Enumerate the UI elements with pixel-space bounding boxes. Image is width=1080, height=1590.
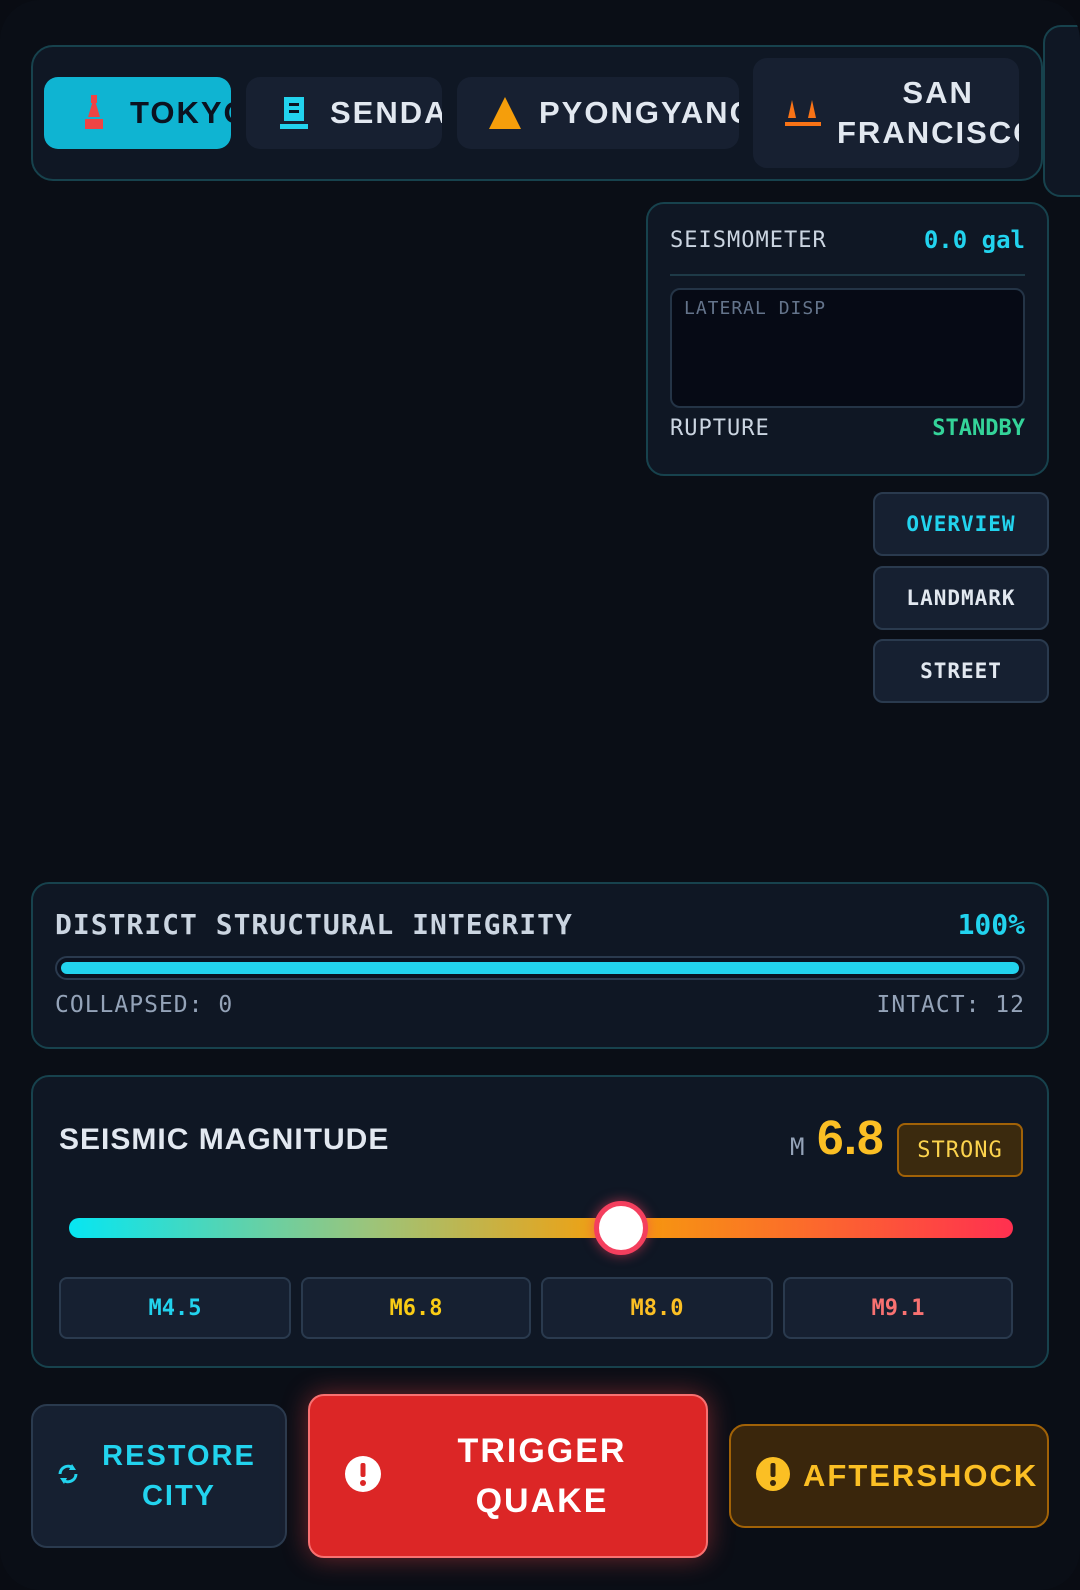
seismometer-label: SEISMOMETER [670, 227, 827, 253]
city-tab-san-francisco[interactable]: SAN FRANCISCO [753, 58, 1019, 168]
city-tab-label: SENDAI [330, 95, 442, 130]
graph-label: LATERAL DISP [684, 298, 827, 319]
divider [670, 274, 1025, 276]
bridge-icon [783, 93, 823, 133]
tower-icon [74, 93, 114, 133]
trigger-quake-label: TRIGGER QUAKE [457, 1432, 627, 1520]
magnitude-slider-thumb[interactable] [593, 1201, 648, 1255]
building-icon [274, 93, 314, 133]
city-tab-label: PYONGYANG [539, 95, 739, 130]
seismometer-value: 0.0 gal [923, 226, 1025, 254]
magnitude-slider-track[interactable] [69, 1218, 1013, 1238]
view-landmark-button[interactable]: LANDMARK [873, 566, 1049, 630]
seismometer-panel: SEISMOMETER 0.0 gal LATERAL DISP RUPTURE… [646, 202, 1049, 476]
aftershock-label: AFTERSHOCK [803, 1458, 1039, 1493]
city-tab-bar: TOKYO SENDAI PYONGYANG SAN FRANCISCO [31, 45, 1043, 181]
rupture-status: STANDBY [932, 416, 1025, 441]
magnitude-title: SEISMIC MAGNITUDE [59, 1123, 390, 1156]
magnitude-class-badge: STRONG [897, 1123, 1023, 1177]
rupture-label: RUPTURE [670, 416, 770, 441]
trigger-quake-button[interactable]: TRIGGER QUAKE [308, 1394, 708, 1558]
structural-integrity-panel: DISTRICT STRUCTURAL INTEGRITY 100% COLLA… [31, 882, 1049, 1049]
refresh-icon [55, 1461, 81, 1492]
preset-m9-1-button[interactable]: M9.1 [783, 1277, 1013, 1339]
lateral-displacement-graph: LATERAL DISP [670, 288, 1025, 408]
aftershock-button[interactable]: AFTERSHOCK [729, 1424, 1049, 1528]
side-panel-toggle[interactable] [1043, 25, 1080, 197]
city-tab-tokyo[interactable]: TOKYO [44, 77, 231, 149]
city-tab-label: SAN FRANCISCO [837, 75, 1019, 150]
magnitude-prefix: M [790, 1133, 805, 1161]
integrity-progress-bar [55, 956, 1025, 980]
integrity-percent: 100% [957, 908, 1025, 941]
integrity-progress-fill [61, 962, 1019, 974]
magnitude-value: 6.8 [817, 1112, 884, 1165]
intact-count: INTACT: 12 [876, 992, 1025, 1018]
pyramid-icon [485, 93, 525, 133]
view-street-button[interactable]: STREET [873, 639, 1049, 703]
preset-m4-5-button[interactable]: M4.5 [59, 1277, 291, 1339]
city-tab-pyongyang[interactable]: PYONGYANG [457, 77, 739, 149]
preset-m6-8-button[interactable]: M6.8 [301, 1277, 531, 1339]
app-window: TOKYO SENDAI PYONGYANG SAN FRANCISCO SEI… [0, 0, 1080, 1590]
warning-icon [755, 1456, 791, 1497]
collapsed-count: COLLAPSED: 0 [55, 992, 234, 1018]
alert-icon [344, 1455, 382, 1498]
restore-city-label: RESTORE CITY [102, 1440, 256, 1512]
city-tab-label: TOKYO [130, 95, 231, 130]
view-overview-button[interactable]: OVERVIEW [873, 492, 1049, 556]
magnitude-panel: SEISMIC MAGNITUDE M 6.8 STRONG M4.5 M6.8… [31, 1075, 1049, 1368]
preset-m8-0-button[interactable]: M8.0 [541, 1277, 773, 1339]
city-tab-sendai[interactable]: SENDAI [246, 77, 442, 149]
integrity-title: DISTRICT STRUCTURAL INTEGRITY [55, 908, 573, 941]
restore-city-button[interactable]: RESTORE CITY [31, 1404, 287, 1548]
